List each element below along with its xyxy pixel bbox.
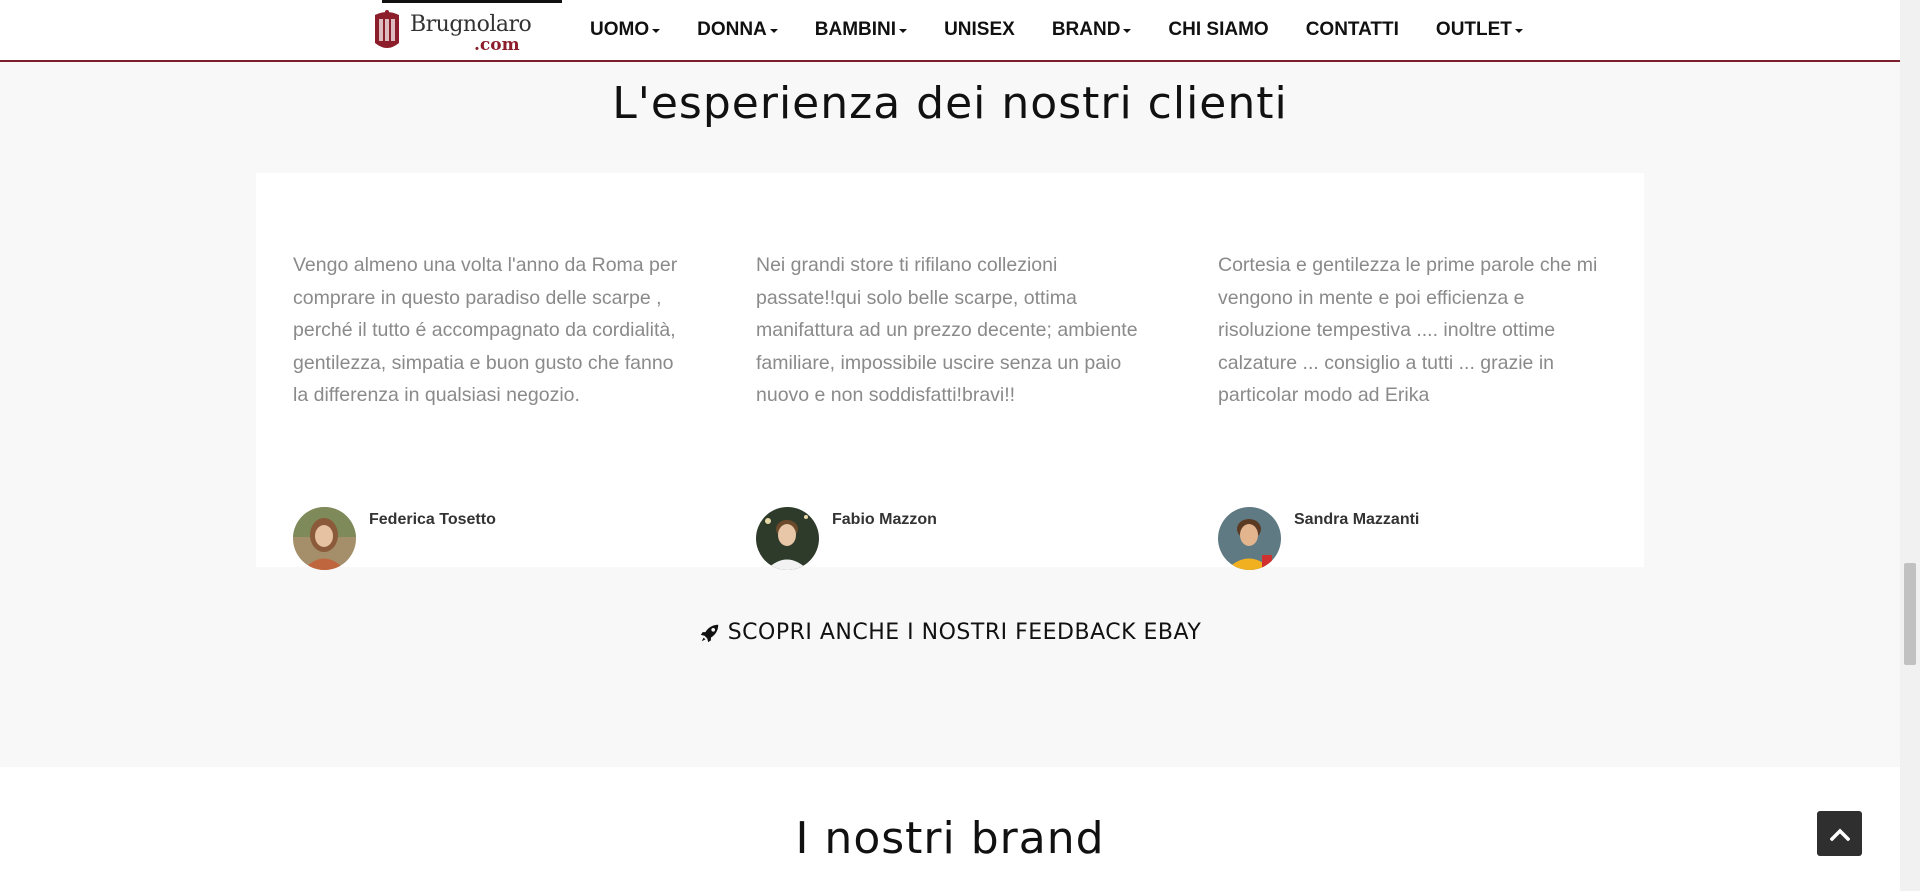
site-logo[interactable]: Brugnolaro .com [370,7,532,57]
site-header: Brugnolaro .com UOMO DONNA BAMBINI UNISE… [0,0,1900,62]
caret-down-icon [652,28,661,33]
ebay-feedback-link[interactable]: SCOPRI ANCHE I NOSTRI FEEDBACK EBAY [0,620,1900,645]
brands-section: I nostri brand [0,767,1900,891]
nav-label: BAMBINI [814,19,897,40]
rocket-icon [700,624,718,642]
nav-item-uomo[interactable]: UOMO [590,19,661,41]
nav-label: OUTLET [1435,19,1512,40]
testimonial-text: Nei grandi store ti rifilano collezioni … [756,254,1138,406]
testimonial-author: Fabio Mazzon [756,507,1156,571]
main-nav: UOMO DONNA BAMBINI UNISEX BRAND CHI SIAM… [590,0,1560,60]
logo-suffix: .com [474,35,520,55]
testimonial-author-name: Sandra Mazzanti [1294,511,1420,528]
nav-item-chi-siamo[interactable]: CHI SIAMO [1168,19,1268,41]
logo-name: Brugnolaro [410,12,532,37]
caret-down-icon [1514,28,1523,33]
nav-label: CONTATTI [1305,19,1399,40]
testimonial-author: Sandra Mazzanti [1218,507,1618,571]
testimonial-author-name: Federica Tosetto [369,511,496,528]
ebay-feedback-label: SCOPRI ANCHE I NOSTRI FEEDBACK EBAY [727,620,1202,645]
testimonial-text: Vengo almeno una volta l'anno da Roma pe… [293,254,678,406]
avatar [756,507,819,570]
caret-down-icon [899,28,908,33]
scroll-to-top-button[interactable] [1817,811,1862,856]
testimonial-item: Vengo almeno una volta l'anno da Roma pe… [293,249,693,570]
testimonial-item: Cortesia e gentilezza le prime parole ch… [1218,249,1618,570]
brands-title: I nostri brand [795,813,1105,864]
testimonials-card: Vengo almeno una volta l'anno da Roma pe… [256,173,1644,570]
nav-item-brand[interactable]: BRAND [1052,19,1132,41]
page-scrollbar[interactable] [1900,0,1920,891]
caret-down-icon [769,28,778,33]
avatar [293,507,356,570]
chevron-up-icon [1829,828,1850,841]
nav-label: UOMO [590,19,650,40]
nav-item-outlet[interactable]: OUTLET [1436,19,1523,41]
nav-label: BRAND [1051,19,1121,40]
nav-item-donna[interactable]: DONNA [697,19,778,41]
nav-item-bambini[interactable]: BAMBINI [814,19,908,41]
testimonial-author-name: Fabio Mazzon [832,511,937,528]
nav-item-contatti[interactable]: CONTATTI [1306,19,1399,41]
testimonial-author: Federica Tosetto [293,507,693,571]
testimonial-text: Cortesia e gentilezza le prime parole ch… [1218,254,1598,406]
nav-item-unisex[interactable]: UNISEX [944,19,1015,41]
avatar [1218,507,1281,570]
testimonials-title: L'esperienza dei nostri clienti [612,78,1288,129]
nav-label: UNISEX [944,19,1015,40]
logo-top-bar [382,0,562,3]
nav-label: DONNA [697,19,767,40]
caret-down-icon [1123,28,1132,33]
crest-icon [375,10,399,48]
nav-label: CHI SIAMO [1168,19,1269,40]
testimonial-item: Nei grandi store ti rifilano collezioni … [756,249,1156,570]
scrollbar-thumb[interactable] [1904,563,1916,665]
